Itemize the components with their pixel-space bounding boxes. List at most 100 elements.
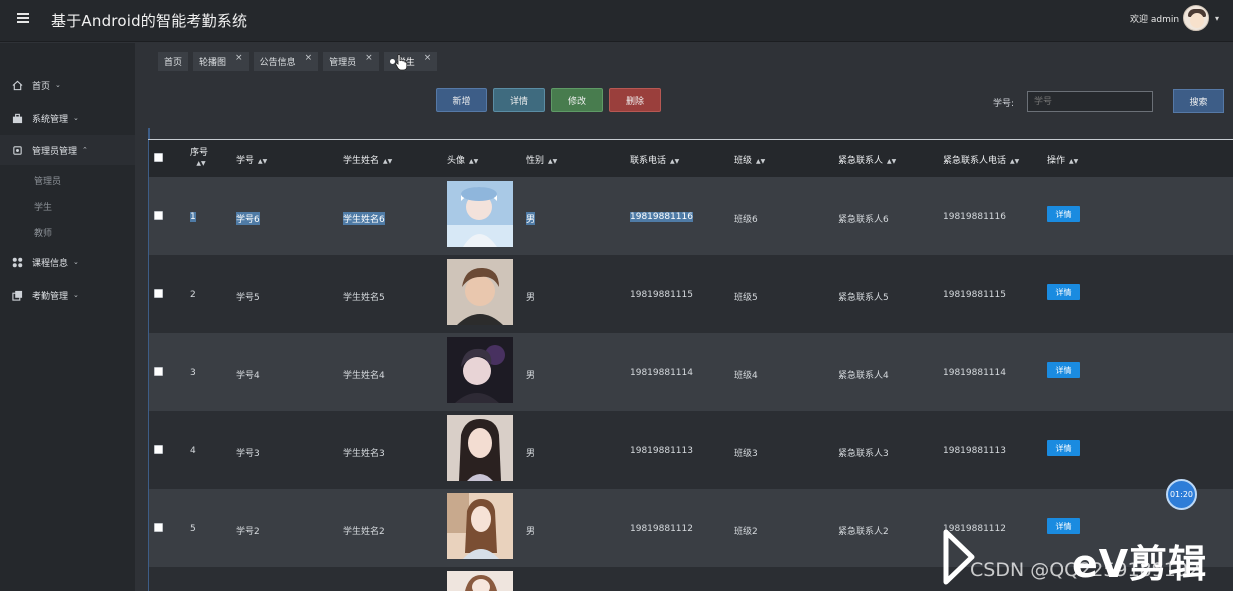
avatar-image xyxy=(447,337,513,403)
sort-icon[interactable]: ▲▼ xyxy=(1010,158,1019,165)
sidebar-item-home[interactable]: 首页 ⌄ xyxy=(0,70,135,100)
cell-gender: 男 xyxy=(526,293,536,303)
chevron-down-icon: ⌄ xyxy=(73,114,79,122)
cell-gender: 男 xyxy=(526,449,536,459)
menu-toggle-icon[interactable] xyxy=(17,13,29,23)
close-icon[interactable]: × xyxy=(365,53,373,63)
header-index[interactable]: 序号 ▲▼ xyxy=(190,145,208,168)
close-icon[interactable]: × xyxy=(305,53,313,63)
tab-student[interactable]: 学生× xyxy=(383,52,438,71)
tab-label: 管理员 xyxy=(329,58,357,68)
avatar-image xyxy=(447,493,513,559)
cell-emergency-contact: 紧急联系人5 xyxy=(838,293,889,303)
row-detail-button[interactable]: 详情 xyxy=(1047,284,1080,300)
cell-class: 班级6 xyxy=(734,215,758,225)
cell-student-name: 学生姓名6 xyxy=(343,212,385,225)
sort-icon[interactable]: ▲▼ xyxy=(1069,158,1078,165)
welcome-text: 欢迎 admin xyxy=(1130,15,1180,25)
row-checkbox[interactable] xyxy=(154,523,163,532)
header-label: 学号 xyxy=(236,156,255,166)
header-action: 操作 ▲▼ xyxy=(1047,153,1078,166)
cell-phone: 19819881112 xyxy=(630,524,693,534)
search-input[interactable] xyxy=(1027,91,1153,112)
tab-label: 轮播图 xyxy=(199,58,227,68)
sort-icon[interactable]: ▲▼ xyxy=(469,158,478,165)
sidebar-item-attendance[interactable]: 考勤管理 ⌄ xyxy=(0,280,135,310)
header-student-no[interactable]: 学号 ▲▼ xyxy=(236,153,267,166)
sidebar-item-course[interactable]: 课程信息 ⌄ xyxy=(0,247,135,277)
sort-icon[interactable]: ▲▼ xyxy=(670,158,679,165)
cell-student-no: 学号3 xyxy=(236,449,260,459)
header-label: 头像 xyxy=(447,156,466,166)
row-checkbox[interactable] xyxy=(154,289,163,298)
row-checkbox[interactable] xyxy=(154,367,163,376)
sidebar-item-label: 系统管理 xyxy=(32,114,69,125)
cell-phone: 19819881115 xyxy=(630,290,693,300)
search-button[interactable]: 搜索 xyxy=(1173,89,1224,113)
table-row[interactable]: 3 学号4 学生姓名4 男 19819881114 班级4 紧急联系人4 198… xyxy=(149,333,1233,411)
table-row[interactable]: 4 学号3 学生姓名3 男 19819881113 班级3 紧急联系人3 198… xyxy=(149,411,1233,489)
header-student-name[interactable]: 学生姓名 ▲▼ xyxy=(343,153,392,166)
table-row[interactable]: 2 学号5 学生姓名5 男 19819881115 班级5 紧急联系人5 198… xyxy=(149,255,1233,333)
tab-carousel[interactable]: 轮播图 × xyxy=(193,52,249,71)
sidebar-item-admin[interactable]: 管理员管理 ⌃ xyxy=(0,135,135,165)
cell-emergency-contact: 紧急联系人3 xyxy=(838,449,889,459)
cell-gender: 男 xyxy=(526,371,536,381)
sidebar-item-system[interactable]: 系统管理 ⌄ xyxy=(0,103,135,133)
watermark-text: CSDN @QQ2259189102 xyxy=(970,559,1201,581)
sidebar-subitem-teacher[interactable]: 教师 xyxy=(34,226,52,239)
cell-student-name: 学生姓名5 xyxy=(343,293,385,303)
cell-index: 4 xyxy=(190,446,196,456)
edit-button[interactable]: 修改 xyxy=(551,88,603,112)
close-icon[interactable]: × xyxy=(235,53,243,63)
header-class[interactable]: 班级 ▲▼ xyxy=(734,153,765,166)
header-label: 联系电话 xyxy=(630,156,667,166)
chevron-down-icon[interactable]: ▾ xyxy=(1215,14,1219,23)
sidebar-subitem-admin[interactable]: 管理员 xyxy=(34,174,61,187)
cell-phone: 19819881114 xyxy=(630,368,693,378)
avatar-image xyxy=(447,259,513,325)
cell-emergency-phone: 19819881114 xyxy=(943,368,1006,378)
top-bar: 基于Android的智能考勤系统 欢迎 admin ▾ xyxy=(0,0,1233,42)
header-label: 性别 xyxy=(526,156,545,166)
row-checkbox[interactable] xyxy=(154,211,163,220)
cell-class: 班级4 xyxy=(734,371,758,381)
cell-student-no: 学号5 xyxy=(236,293,260,303)
detail-button[interactable]: 详情 xyxy=(493,88,545,112)
table-row[interactable]: 5 学号2 学生姓名2 男 19819881112 班级2 紧急联系人2 198… xyxy=(149,489,1233,567)
row-detail-button[interactable]: 详情 xyxy=(1047,206,1080,222)
header-gender[interactable]: 性别 ▲▼ xyxy=(526,153,557,166)
recording-timer[interactable]: 01:20 xyxy=(1166,479,1197,510)
header-label: 操作 xyxy=(1047,156,1066,166)
row-detail-button[interactable]: 详情 xyxy=(1047,362,1080,378)
table-row[interactable]: 1 学号6 学生姓名6 男 19819881116 班级6 紧急联系人6 198… xyxy=(149,177,1233,255)
tab-notice[interactable]: 公告信息 × xyxy=(253,52,319,71)
sort-icon[interactable]: ▲▼ xyxy=(887,158,896,165)
sort-icon[interactable]: ▲▼ xyxy=(383,158,392,165)
sort-icon[interactable]: ▲▼ xyxy=(196,160,205,167)
cell-student-no: 学号6 xyxy=(236,212,260,225)
row-checkbox[interactable] xyxy=(154,445,163,454)
sort-icon[interactable]: ▲▼ xyxy=(756,158,765,165)
sort-icon[interactable]: ▲▼ xyxy=(258,158,267,165)
search-label: 学号: xyxy=(993,99,1015,109)
sidebar-subitem-student[interactable]: 学生 xyxy=(34,200,52,213)
select-all-checkbox[interactable] xyxy=(154,153,163,162)
row-detail-button[interactable]: 详情 xyxy=(1047,440,1080,456)
chevron-down-icon: ⌄ xyxy=(73,258,79,266)
delete-button[interactable]: 删除 xyxy=(609,88,661,112)
header-avatar[interactable]: 头像 ▲▼ xyxy=(447,153,478,166)
header-phone[interactable]: 联系电话 ▲▼ xyxy=(630,153,679,166)
sidebar: 首页 ⌄ 系统管理 ⌄ 管理员管理 ⌃ 管理员 学生 教师 课程信息 ⌄ 考勤管… xyxy=(0,43,135,591)
header-emergency-phone[interactable]: 紧急联系人电话 ▲▼ xyxy=(943,153,1019,166)
sort-icon[interactable]: ▲▼ xyxy=(548,158,557,165)
header-emergency-contact[interactable]: 紧急联系人 ▲▼ xyxy=(838,153,896,166)
row-detail-button[interactable]: 详情 xyxy=(1047,518,1080,534)
add-button[interactable]: 新增 xyxy=(436,88,487,112)
close-icon[interactable]: × xyxy=(424,53,432,63)
chevron-down-icon: ⌄ xyxy=(73,291,79,299)
tab-home[interactable]: 首页 xyxy=(158,52,189,71)
cell-student-no: 学号4 xyxy=(236,371,260,381)
tab-admin[interactable]: 管理员 × xyxy=(323,52,379,71)
user-avatar[interactable] xyxy=(1183,5,1209,31)
